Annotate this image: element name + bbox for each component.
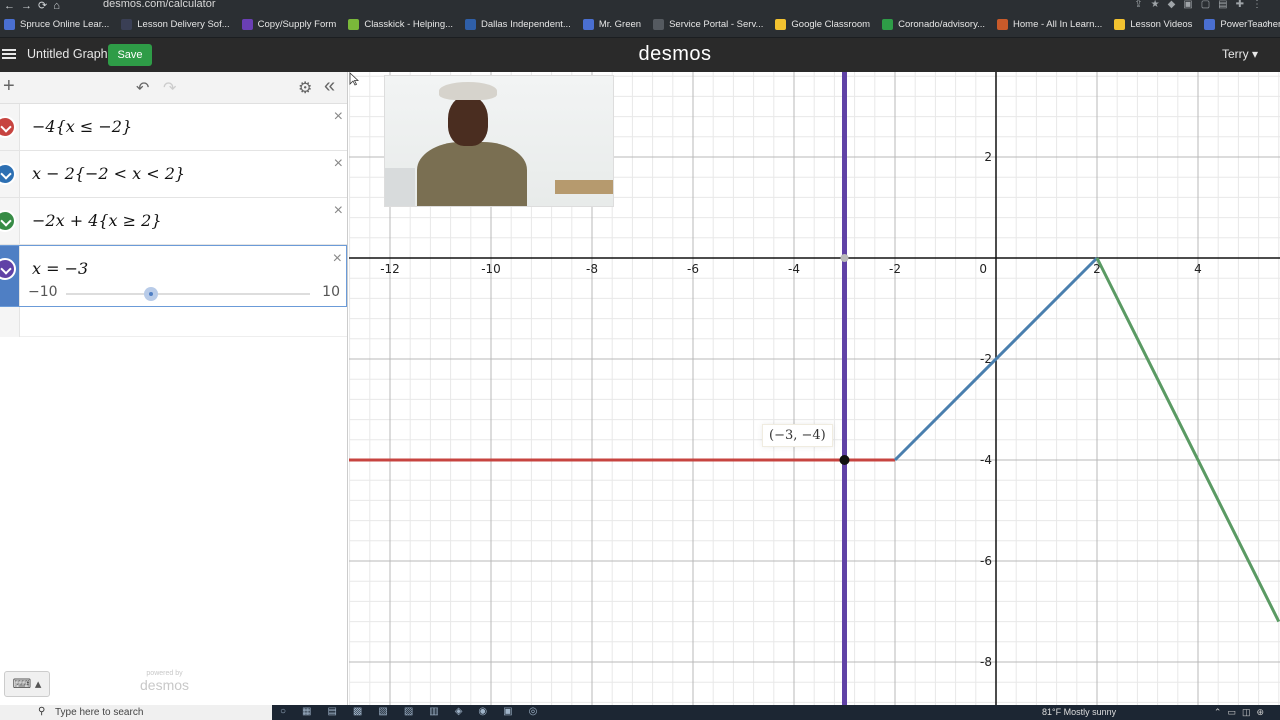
bookmark-label: Mr. Green: [598, 19, 642, 30]
redo-icon[interactable]: ↷: [163, 78, 176, 98]
delete-expression-icon[interactable]: ×: [334, 155, 343, 173]
y-tick-label: -8: [980, 655, 992, 669]
extension-icons[interactable]: ⇪★◆▣▢▤✚⋮: [1134, 0, 1270, 10]
slider-handle[interactable]: [144, 287, 159, 301]
bookmarks-overflow-icon[interactable]: »: [1264, 18, 1270, 29]
bookmark-favicon-icon: [653, 19, 665, 30]
axis-intersection-point[interactable]: [840, 254, 849, 262]
slider-track[interactable]: [66, 287, 310, 301]
intersection-point[interactable]: [839, 455, 850, 465]
expression-input[interactable]: x − 2{−2 < x < 2}: [32, 164, 185, 183]
expression-toolbar: + ↶ ↷ ⚙ «: [0, 72, 347, 104]
delete-expression-icon[interactable]: ×: [333, 250, 342, 268]
bookmark-favicon-icon: [775, 19, 787, 30]
x-tick-label: -12: [380, 262, 400, 276]
hamburger-menu-icon[interactable]: [2, 47, 16, 61]
expression-input[interactable]: −2x + 4{x ≥ 2}: [32, 211, 162, 230]
expression-input[interactable]: −4{x ≤ −2}: [32, 117, 132, 136]
collapse-panel-icon[interactable]: «: [324, 75, 335, 98]
expression-row-4[interactable]: x = −3 × −10 10: [0, 245, 347, 307]
bookmark-label: Spruce Online Lear...: [20, 19, 110, 30]
bookmark-favicon-icon: [465, 19, 477, 30]
expression-row-2[interactable]: x − 2{−2 < x < 2} ×: [0, 151, 347, 198]
delete-expression-icon[interactable]: ×: [334, 108, 343, 126]
bookmark-favicon-icon: [348, 19, 360, 30]
bookmark-item[interactable]: Coronado/advisory...: [882, 19, 985, 30]
y-tick-label: -6: [980, 554, 992, 568]
bookmark-label: Dallas Independent...: [481, 19, 571, 30]
add-item-icon[interactable]: +: [3, 75, 15, 98]
bookmark-label: Service Portal - Serv...: [669, 19, 764, 30]
slider-max[interactable]: 10: [322, 284, 340, 300]
bookmark-item[interactable]: Lesson Delivery Sof...: [121, 19, 230, 30]
browser-top-bar: ←→⟳⌂ desmos.com/calculator ⇪★◆▣▢▤✚⋮: [0, 0, 1280, 12]
slider-min[interactable]: −10: [28, 284, 58, 300]
bookmarks-bar: Spruce Online Lear... Lesson Delivery Sof…: [0, 12, 1280, 38]
save-button[interactable]: Save: [108, 44, 152, 66]
taskbar-app-icons[interactable]: ○▦▤▩▧▨▥◈◉▣◎: [280, 706, 553, 717]
bookmark-label: PowerTeacher: [1220, 19, 1280, 30]
bookmark-favicon-icon: [121, 19, 133, 30]
bookmark-favicon-icon: [1114, 19, 1126, 30]
powered-by-desmos: powered by desmos: [140, 670, 190, 693]
delete-expression-icon[interactable]: ×: [334, 202, 343, 220]
expression-row-3[interactable]: −2x + 4{x ≥ 2} ×: [0, 198, 347, 245]
taskbar-search[interactable]: ⚲ Type here to search: [0, 705, 272, 720]
mouse-cursor-icon: [349, 72, 359, 86]
x-tick-label: -2: [889, 262, 901, 276]
slider: −10 10: [26, 284, 344, 302]
bookmark-label: Coronado/advisory...: [898, 19, 986, 30]
bookmark-label: Home - All In Learn...: [1013, 19, 1103, 30]
x-tick-label: -8: [586, 262, 598, 276]
taskbar-search-placeholder: Type here to search: [55, 707, 144, 718]
undo-icon[interactable]: ↶: [136, 78, 149, 98]
bookmark-label: Classkick - Helping...: [364, 19, 454, 30]
y-tick-label: -4: [980, 453, 992, 467]
user-menu[interactable]: Terry ▾: [1222, 47, 1258, 61]
bookmark-item[interactable]: Lesson Videos: [1114, 19, 1192, 30]
point-coordinate-label[interactable]: (−3, −4): [762, 424, 833, 447]
windows-taskbar: ⚲ Type here to search ○▦▤▩▧▨▥◈◉▣◎ 81°F M…: [0, 705, 1280, 720]
x-tick-label: -10: [481, 262, 501, 276]
bookmark-favicon-icon: [1204, 19, 1216, 30]
x-tick-label: -6: [687, 262, 699, 276]
bookmark-item[interactable]: Classkick - Helping...: [348, 19, 453, 30]
expression-input[interactable]: x = −3: [32, 259, 88, 278]
x-tick-label: -4: [788, 262, 800, 276]
address-bar[interactable]: desmos.com/calculator: [103, 0, 216, 10]
bookmark-favicon-icon: [4, 19, 15, 30]
x-tick-label: 4: [1194, 262, 1202, 276]
bookmark-item[interactable]: Service Portal - Serv...: [653, 19, 763, 30]
bookmark-label: Lesson Delivery Sof...: [137, 19, 230, 30]
keyboard-toggle-button[interactable]: ⌨ ▴: [4, 671, 50, 697]
system-tray-icons[interactable]: ⌃▭◫⊕: [1214, 707, 1270, 718]
bookmark-favicon-icon: [882, 19, 894, 30]
bookmark-item[interactable]: Mr. Green: [582, 19, 642, 30]
y-tick-label: 2: [984, 150, 992, 164]
webcam-video-overlay: [384, 75, 614, 207]
graph-title[interactable]: Untitled Graph: [27, 47, 108, 61]
expression-row-1[interactable]: −4{x ≤ −2} ×: [0, 104, 347, 151]
bookmark-favicon-icon: [997, 19, 1009, 30]
weather-widget[interactable]: 81°F Mostly sunny: [1042, 707, 1116, 717]
browser-nav-icons[interactable]: ←→⟳⌂: [4, 0, 66, 12]
bookmark-item[interactable]: Copy/Supply Form: [241, 19, 337, 30]
settings-gear-icon[interactable]: ⚙: [298, 78, 312, 98]
bookmark-item[interactable]: Dallas Independent...: [465, 19, 571, 30]
bookmark-item[interactable]: Home - All In Learn...: [997, 19, 1102, 30]
new-expression-row[interactable]: [0, 307, 347, 337]
expression-panel: + ↶ ↷ ⚙ « −4{x ≤ −2} × x − 2{−2 < x < 2}…: [0, 72, 348, 705]
bookmark-label: Lesson Videos: [1130, 19, 1193, 30]
desmos-header: Untitled Graph Save desmos Terry ▾: [0, 38, 1280, 72]
bookmark-label: Google Classroom: [791, 19, 871, 30]
bookmark-label: Copy/Supply Form: [257, 19, 337, 30]
search-icon: ⚲: [38, 706, 46, 717]
x-tick-label: 0: [979, 262, 987, 276]
bookmark-item[interactable]: Spruce Online Lear...: [4, 19, 109, 30]
bookmark-item[interactable]: Google Classroom: [775, 19, 870, 30]
desmos-logo: desmos: [638, 43, 712, 65]
bookmark-favicon-icon: [241, 19, 253, 30]
bookmark-favicon-icon: [582, 19, 594, 30]
